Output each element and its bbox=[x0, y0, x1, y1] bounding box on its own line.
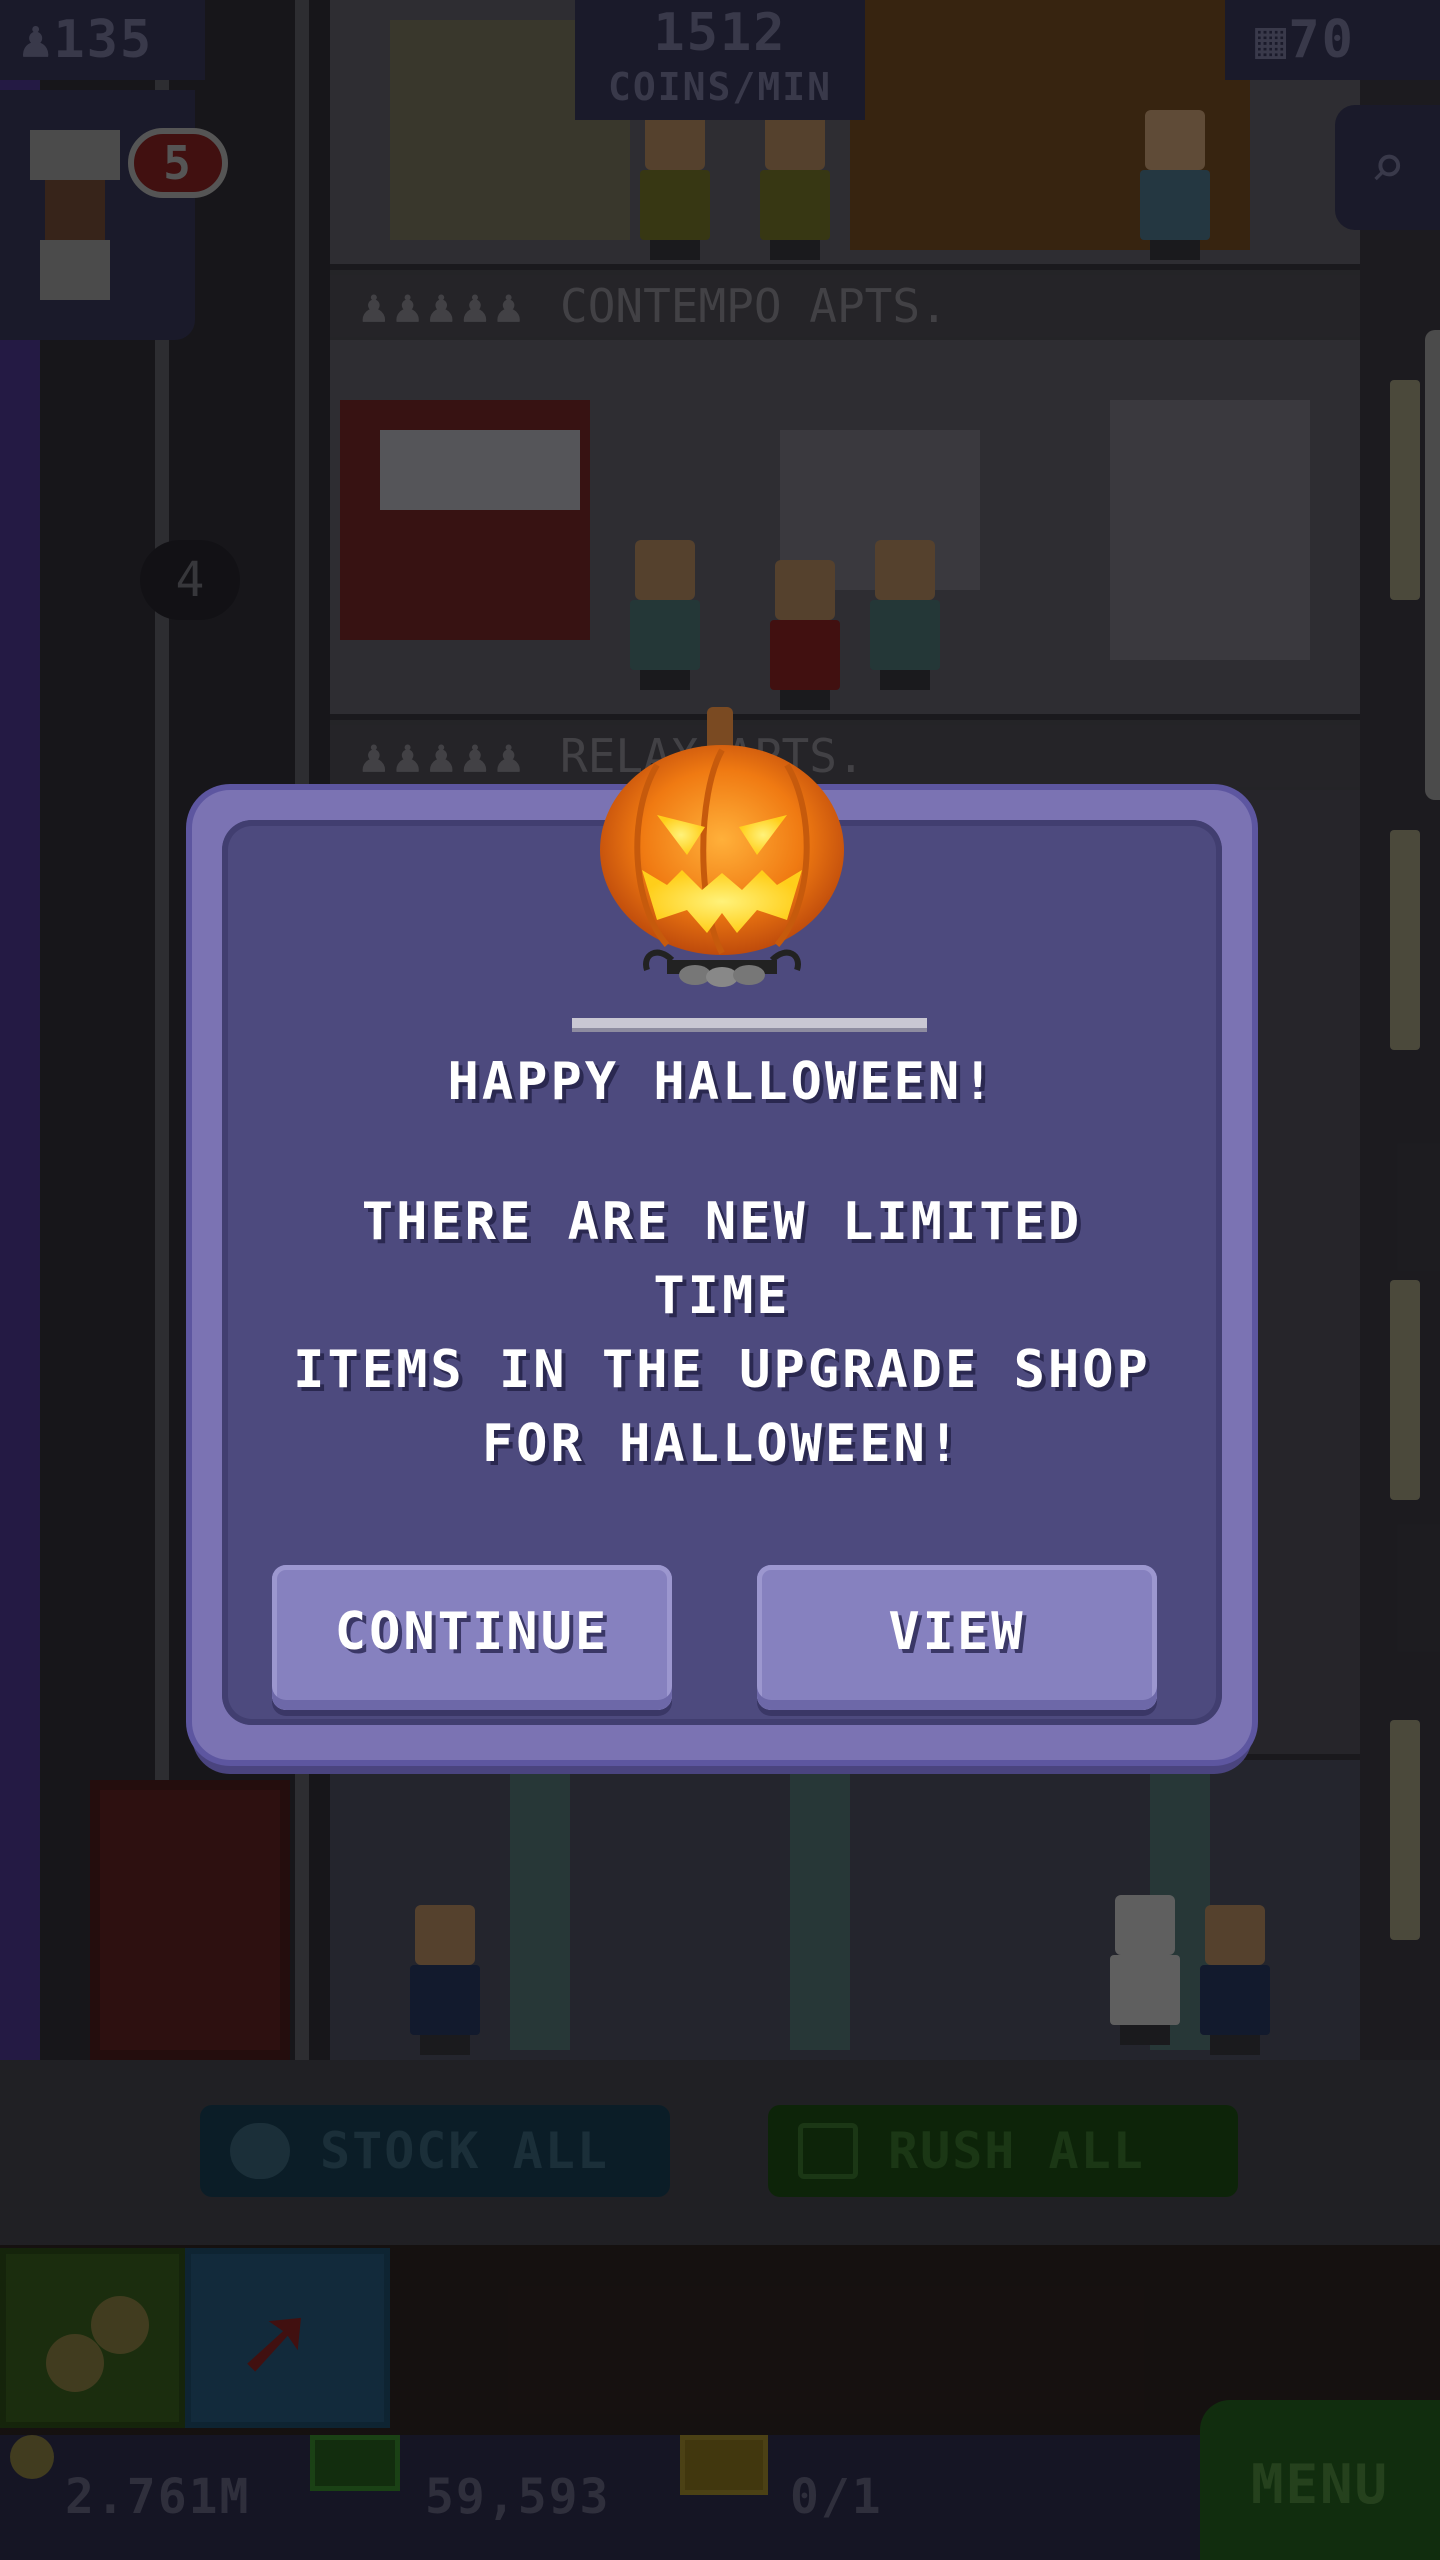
pumpkin-icon bbox=[600, 707, 844, 987]
view-button[interactable]: VIEW bbox=[757, 1565, 1157, 1710]
halloween-dialog: HAPPY HALLOWEEN! THERE ARE NEW LIMITED T… bbox=[192, 707, 1252, 1760]
dialog-message: THERE ARE NEW LIMITED TIME ITEMS IN THE … bbox=[293, 1192, 1151, 1474]
pumpkin-shelf bbox=[572, 1018, 927, 1032]
continue-button[interactable]: CONTINUE bbox=[272, 1565, 672, 1710]
dialog-title: HAPPY HALLOWEEN! bbox=[447, 1052, 997, 1112]
